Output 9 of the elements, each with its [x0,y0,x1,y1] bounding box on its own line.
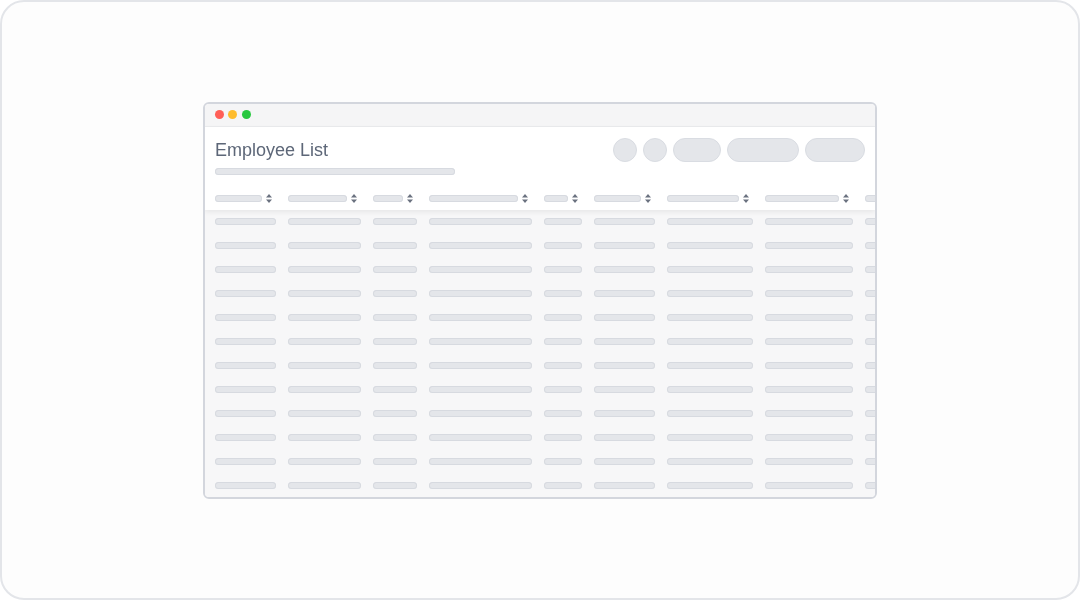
sort-icon[interactable] [572,194,578,203]
sort-icon[interactable] [645,194,651,203]
page-title: Employee List [215,138,329,162]
sort-icon[interactable] [522,194,528,203]
sort-icon[interactable] [843,194,849,203]
sort-icon[interactable] [743,194,749,203]
sort-icon[interactable] [407,194,413,203]
sort-icon[interactable] [351,194,357,203]
sort-icon[interactable] [266,194,272,203]
